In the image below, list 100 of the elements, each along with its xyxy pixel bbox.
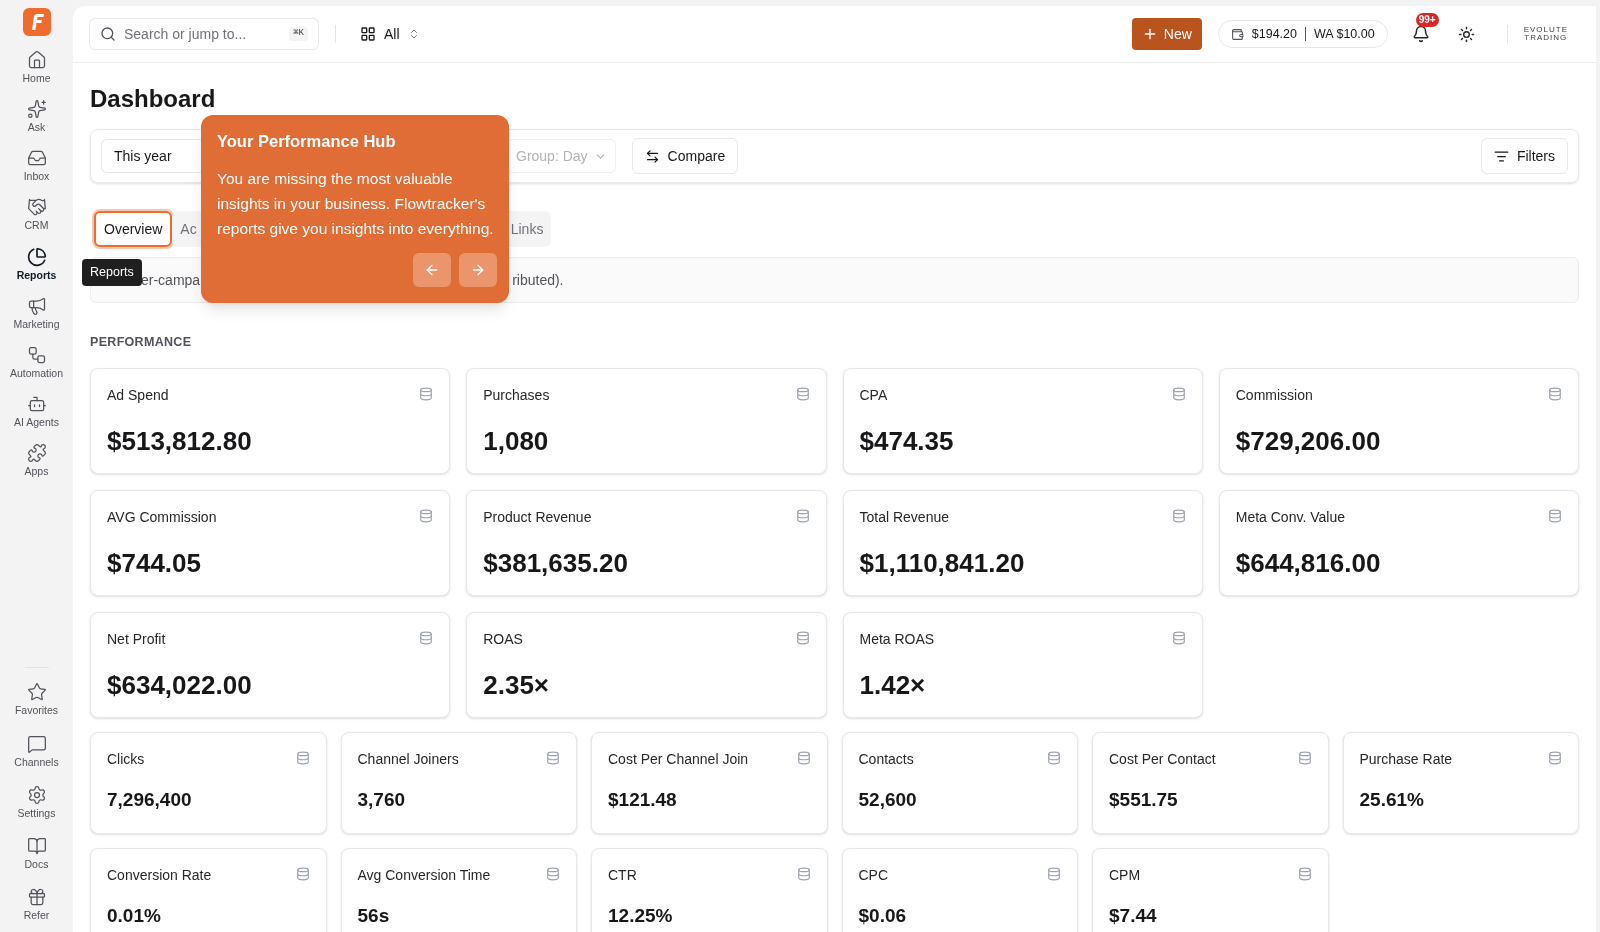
sun-icon[interactable] bbox=[1457, 25, 1475, 43]
metric-label: Commission bbox=[1235, 385, 1313, 405]
nav-item[interactable]: CRM bbox=[4, 195, 69, 235]
metric-value: 56s bbox=[357, 903, 391, 928]
chat-icon bbox=[26, 733, 47, 754]
metric-label: Product Revenue bbox=[483, 507, 592, 527]
nav-item[interactable]: AI Agents bbox=[4, 391, 69, 431]
database-icon[interactable] bbox=[795, 386, 810, 401]
metric-value: $634,022.00 bbox=[107, 668, 253, 702]
metric-value: 3,760 bbox=[357, 787, 407, 812]
database-icon[interactable] bbox=[419, 630, 434, 645]
home-icon bbox=[26, 50, 47, 70]
database-icon[interactable] bbox=[795, 508, 810, 523]
metric-value: $1,110,841.20 bbox=[859, 546, 1026, 580]
notification-badge: 99+ bbox=[1415, 13, 1439, 27]
swap-arrows-icon bbox=[644, 148, 660, 164]
database-icon[interactable] bbox=[1297, 750, 1312, 765]
nav-item[interactable]: Automation bbox=[4, 342, 69, 382]
metric-label: Total Revenue bbox=[859, 507, 949, 527]
previous-button[interactable] bbox=[413, 252, 451, 287]
metric-value: $729,206.00 bbox=[1235, 424, 1382, 458]
book-icon bbox=[26, 835, 47, 856]
metric-value: 0.01% bbox=[107, 903, 162, 928]
nav-item[interactable]: Refer bbox=[4, 884, 69, 924]
wa-balance: WA $10.00 bbox=[1313, 25, 1375, 43]
metric-value: 52,600 bbox=[858, 787, 918, 812]
brand-name: EVOLUTE bbox=[1523, 26, 1568, 34]
database-icon[interactable] bbox=[419, 508, 434, 523]
info-text: ributed). bbox=[512, 270, 564, 290]
workspace-selector[interactable]: All bbox=[352, 23, 428, 45]
database-icon[interactable] bbox=[795, 630, 810, 645]
settings-icon bbox=[26, 784, 47, 805]
database-icon[interactable] bbox=[295, 750, 310, 765]
new-button[interactable]: New bbox=[1131, 18, 1202, 50]
nav-item[interactable]: Marketing bbox=[4, 293, 69, 333]
metric-value: $551.75 bbox=[1109, 787, 1179, 812]
bell-icon[interactable] bbox=[1411, 25, 1430, 43]
app-logo[interactable] bbox=[22, 8, 51, 36]
metric-label: Channel Joiners bbox=[357, 749, 459, 769]
metric-label: ROAS bbox=[483, 629, 523, 649]
metric-label: Contacts bbox=[858, 749, 914, 769]
database-icon[interactable] bbox=[1548, 750, 1562, 765]
next-button[interactable] bbox=[459, 252, 497, 287]
star-icon bbox=[26, 682, 47, 703]
megaphone-icon bbox=[26, 295, 47, 316]
metric-value: $381,635.20 bbox=[483, 546, 629, 580]
search-field[interactable]: Search or jump to... ⌘K bbox=[89, 18, 319, 50]
metric-value: 7,296,400 bbox=[107, 787, 193, 812]
database-icon[interactable] bbox=[1171, 386, 1186, 401]
metric-value: $474.35 bbox=[859, 424, 955, 458]
database-icon[interactable] bbox=[1548, 508, 1562, 523]
nav-item[interactable]: Ask bbox=[4, 97, 69, 137]
puzzle-icon bbox=[26, 443, 47, 463]
nav-item[interactable]: Home bbox=[4, 48, 69, 88]
metric-label: Purchases bbox=[483, 385, 550, 405]
metric-label: CTR bbox=[608, 865, 637, 885]
database-icon[interactable] bbox=[546, 866, 560, 881]
grid-icon bbox=[360, 26, 376, 42]
database-icon[interactable] bbox=[1297, 866, 1312, 881]
compare-button[interactable]: Compare bbox=[631, 138, 739, 174]
nav-item[interactable]: Apps bbox=[4, 441, 69, 481]
nav-item[interactable]: Settings bbox=[4, 782, 69, 822]
page-title: Dashboard bbox=[90, 84, 217, 114]
metric-label: CPA bbox=[859, 385, 888, 405]
metric-value: 25.61% bbox=[1359, 787, 1425, 812]
nav-item[interactable]: Reports bbox=[4, 244, 69, 284]
database-icon[interactable] bbox=[1047, 866, 1061, 881]
database-icon[interactable] bbox=[1548, 386, 1562, 401]
metric-value: $121.48 bbox=[608, 787, 678, 812]
metric-label: Clicks bbox=[107, 749, 145, 769]
metric-label: Avg Conversion Time bbox=[357, 865, 491, 885]
database-icon[interactable] bbox=[1171, 508, 1186, 523]
filters-button[interactable]: Filters bbox=[1480, 138, 1568, 174]
database-icon[interactable] bbox=[796, 866, 811, 881]
metric-value: $644,816.00 bbox=[1235, 546, 1382, 580]
database-icon[interactable] bbox=[796, 750, 811, 765]
tab[interactable]: Overview bbox=[94, 211, 173, 247]
sparkles-icon bbox=[26, 99, 47, 120]
metric-value: $0.06 bbox=[858, 903, 908, 928]
wallet-icon bbox=[1230, 27, 1244, 41]
handshake-icon bbox=[26, 197, 47, 218]
nav-item[interactable]: Docs bbox=[4, 833, 69, 873]
nav-item[interactable]: Inbox bbox=[4, 146, 69, 186]
metric-value: 12.25% bbox=[608, 903, 674, 928]
database-icon[interactable] bbox=[1171, 630, 1186, 645]
database-icon[interactable] bbox=[1047, 750, 1061, 765]
database-icon[interactable] bbox=[295, 866, 310, 881]
section-heading: PERFORMANCE bbox=[90, 334, 193, 351]
metric-value: $7.44 bbox=[1109, 903, 1158, 928]
nav-item[interactable]: Channels bbox=[4, 731, 69, 771]
metric-value: 2.35× bbox=[483, 668, 551, 702]
metric-label: Meta Conv. Value bbox=[1235, 507, 1345, 527]
metric-label: Conversion Rate bbox=[107, 865, 212, 885]
metric-label: Cost Per Channel Join bbox=[608, 749, 749, 769]
database-icon[interactable] bbox=[419, 386, 434, 401]
brand-tagline: TRADING bbox=[1524, 34, 1568, 42]
reports-tooltip: Reports bbox=[82, 259, 142, 286]
shortcut-key: ⌘K bbox=[289, 27, 308, 41]
nav-item[interactable]: Favorites bbox=[4, 680, 69, 720]
database-icon[interactable] bbox=[546, 750, 560, 765]
